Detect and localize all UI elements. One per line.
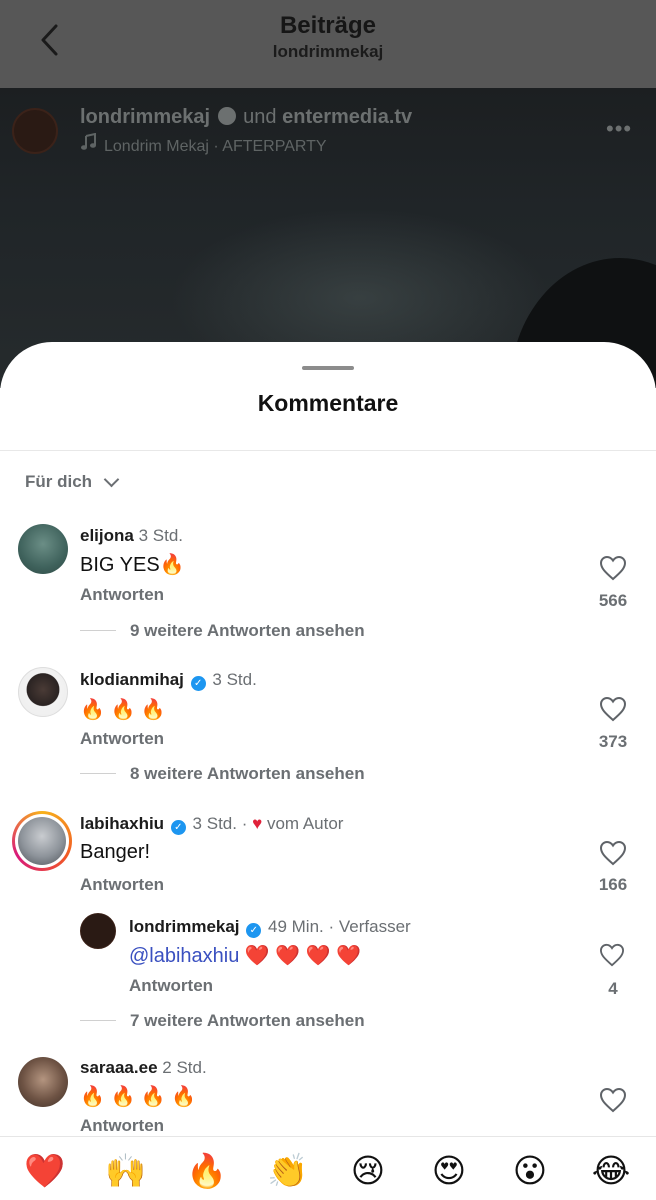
reply-text-body: ❤️ ❤️ ❤️ ❤️ [239, 945, 362, 967]
comment-time: 3 Std. [138, 526, 184, 545]
divider [80, 1020, 116, 1021]
reply-username[interactable]: londrimmekaj [129, 917, 240, 936]
like-count: 566 [598, 591, 628, 610]
avatar[interactable] [18, 1057, 68, 1107]
reply-button[interactable]: Antworten [80, 585, 164, 605]
top-nav-bar: Beiträge londrimmekaj [0, 0, 656, 88]
author-liked-heart-icon: ♥ [252, 814, 263, 833]
view-more-replies[interactable]: 7 weitere Antworten ansehen [80, 1011, 365, 1031]
comment-username[interactable]: elijona [80, 526, 134, 545]
music-note-icon [81, 133, 96, 150]
page-title: Beiträge [279, 12, 377, 39]
sheet-drag-handle[interactable] [302, 366, 354, 370]
raised-hands-emoji-button[interactable]: 🙌 [105, 1151, 146, 1191]
meta-dot: · [241, 814, 248, 833]
view-more-replies[interactable]: 9 weitere Antworten ansehen [80, 621, 365, 641]
post-music-label: Londrim Mekaj · AFTERPARTY [104, 138, 327, 155]
post-collab-name[interactable]: entermedia.tv [282, 106, 412, 128]
comment-text: Banger! [80, 841, 151, 863]
story-ring-avatar[interactable] [12, 811, 72, 871]
comment-username[interactable]: saraaa.ee [80, 1058, 158, 1077]
comment-username[interactable]: labihaxhiu [80, 814, 164, 833]
chevron-down-icon [103, 471, 120, 488]
surprised-emoji-button[interactable]: 😮 [510, 1151, 550, 1191]
comment-time: 2 Std. [162, 1058, 207, 1077]
comment-header: klodianmihaj ✓ 3 Std. [80, 670, 257, 691]
like-count: 373 [598, 732, 628, 751]
heart-eyes-emoji-button[interactable]: 😍 [429, 1151, 469, 1191]
heart-outline-icon[interactable] [599, 840, 627, 866]
comment-header: elijona 3 Std. [80, 526, 183, 546]
post-authors[interactable]: londrimmekaj und entermedia.tv [80, 106, 412, 129]
comment-time: 3 Std. [192, 814, 237, 833]
comment-text: 🔥 🔥 🔥 🔥 [80, 1086, 197, 1108]
view-more-replies-label: 7 weitere Antworten ansehen [130, 1011, 365, 1030]
heart-outline-icon[interactable] [599, 696, 627, 722]
verified-badge-icon: ✓ [190, 676, 206, 691]
sort-label: Für dich [25, 472, 93, 491]
divider [0, 450, 656, 451]
comment-text: 🔥 🔥 🔥 [80, 699, 166, 721]
post-author-avatar[interactable] [12, 108, 58, 154]
heart-outline-icon[interactable] [599, 943, 625, 967]
fire-emoji-button[interactable]: 🔥 [186, 1151, 227, 1191]
sort-dropdown[interactable]: Für dich [25, 471, 120, 492]
comment-time: 3 Std. [212, 670, 257, 689]
comment-header: saraaa.ee 2 Std. [80, 1058, 207, 1078]
view-more-replies-label: 8 weitere Antworten ansehen [130, 764, 365, 783]
reply-text: @labihaxhiu ❤️ ❤️ ❤️ ❤️ [129, 943, 361, 968]
avatar[interactable] [18, 524, 68, 574]
crying-emoji-button[interactable]: 😢 [348, 1151, 388, 1191]
reply-button[interactable]: Antworten [80, 1116, 164, 1136]
comment-username[interactable]: klodianmihaj [80, 670, 184, 689]
reply-button[interactable]: Antworten [129, 976, 213, 996]
sheet-title: Kommentare [257, 390, 399, 416]
post-author-name[interactable]: londrimmekaj [80, 106, 210, 128]
heart-outline-icon[interactable] [599, 1087, 627, 1113]
avatar [18, 817, 66, 865]
more-options-icon[interactable]: ••• [606, 116, 632, 142]
verified-badge-icon: ✓ [170, 820, 186, 835]
avatar[interactable] [80, 913, 116, 949]
comment-header: labihaxhiu ✓ 3 Std. · ♥ vom Autor [80, 814, 343, 835]
reply-time: 49 Min. [268, 917, 324, 936]
emoji-reaction-bar: ❤️ 🙌 🔥 👏 😢 😍 😮 😂 [0, 1136, 656, 1200]
like-count: 4 [608, 979, 618, 998]
laughing-emoji-button[interactable]: 😂 [591, 1151, 631, 1191]
verified-badge-icon: ✓ [246, 923, 262, 938]
mention-link[interactable]: @labihaxhiu [129, 945, 239, 967]
divider [80, 773, 116, 774]
author-label: Verfasser [338, 917, 411, 936]
meta-dot: · [328, 917, 335, 936]
divider [80, 630, 116, 631]
avatar[interactable] [18, 667, 68, 717]
avatar-inner [15, 814, 69, 868]
reply-header: londrimmekaj ✓ 49 Min. · Verfasser [129, 917, 411, 938]
clap-emoji-button[interactable]: 👏 [267, 1151, 308, 1191]
reply-button[interactable]: Antworten [80, 875, 164, 895]
comment-text: BIG YES🔥 [80, 554, 185, 576]
view-more-replies-label: 9 weitere Antworten ansehen [130, 621, 365, 640]
like-count: 166 [598, 875, 628, 894]
post-music[interactable]: Londrim Mekaj · AFTERPARTY [80, 133, 327, 156]
page-subtitle: londrimmekaj [272, 42, 384, 61]
verified-badge-icon [217, 107, 236, 125]
post-and-word: und [243, 106, 277, 128]
heart-emoji-button[interactable]: ❤️ [24, 1151, 65, 1191]
reply-button[interactable]: Antworten [80, 729, 164, 749]
heart-outline-icon[interactable] [599, 555, 627, 581]
view-more-replies[interactable]: 8 weitere Antworten ansehen [80, 764, 365, 784]
author-liked-label: vom Autor [266, 814, 344, 833]
